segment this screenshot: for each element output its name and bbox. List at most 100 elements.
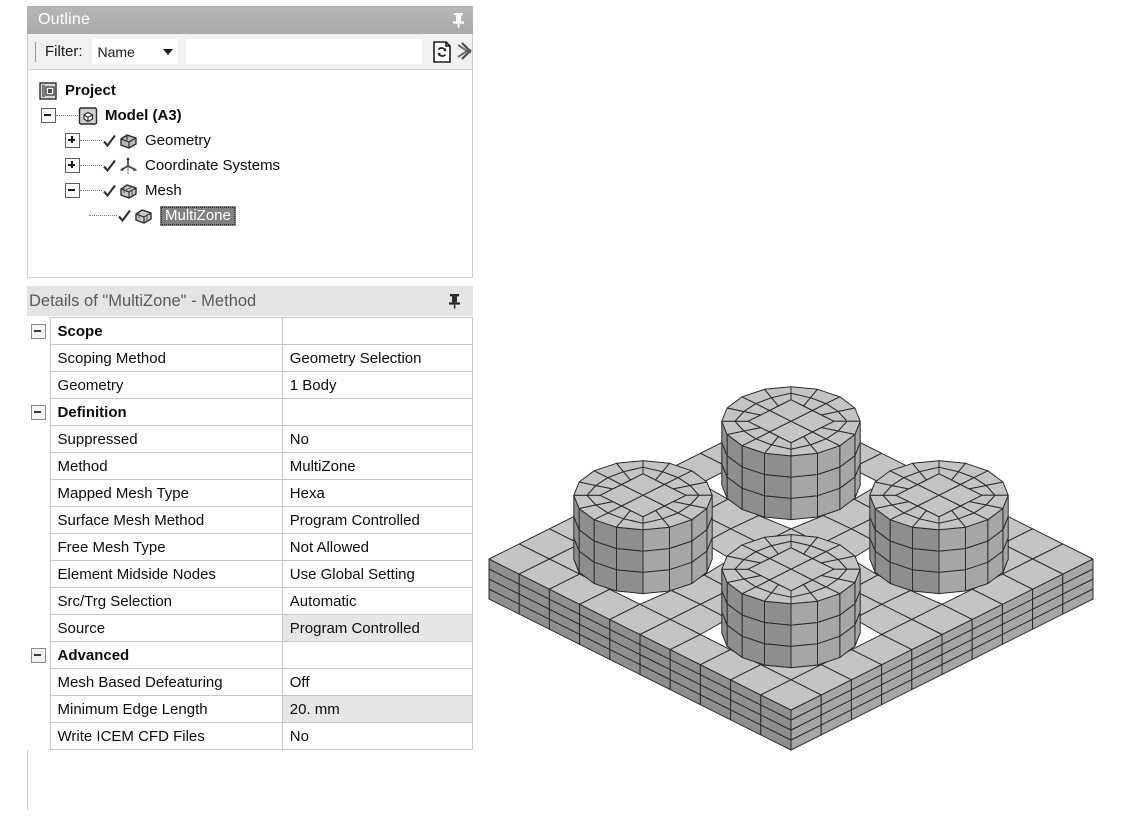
details-group-label: Definition [49, 398, 283, 426]
table-row[interactable]: Mapped Mesh Type Hexa [27, 479, 474, 507]
row-spacer [27, 452, 51, 480]
details-row-value[interactable]: Use Global Setting [281, 560, 474, 588]
row-spacer [27, 668, 51, 696]
details-row-value[interactable]: 1 Body [281, 371, 474, 399]
check-icon [117, 209, 132, 223]
row-spacer [27, 479, 51, 507]
details-row-label: Source [49, 614, 283, 642]
table-row[interactable]: Write ICEM CFD Files No [27, 722, 474, 750]
mesh-geometry [488, 386, 1094, 751]
row-spacer [27, 425, 51, 453]
details-titlebar: Details of "MultiZone" - Method [27, 286, 473, 316]
details-row-value[interactable]: Program Controlled [281, 614, 474, 642]
table-row[interactable]: Geometry 1 Body [27, 371, 474, 399]
outline-tree: Project Model (A3) Geometry Coordinate S… [28, 71, 472, 277]
expander-plus-icon[interactable] [65, 133, 80, 148]
model-icon [78, 106, 100, 126]
refresh-icon[interactable] [430, 39, 454, 65]
filter-type-dropdown[interactable]: Name [91, 39, 178, 64]
details-row-label: Element Midside Nodes [49, 560, 283, 588]
table-row[interactable]: Method MultiZone [27, 452, 474, 480]
tree-connector [80, 164, 102, 167]
expander-minus-icon[interactable] [65, 183, 80, 198]
tree-connector [80, 189, 102, 192]
details-row-value[interactable]: Program Controlled [281, 506, 474, 534]
row-spacer [27, 371, 51, 399]
coordsys-icon [118, 156, 140, 176]
tree-item-label: Project [65, 82, 116, 99]
details-row-label: Src/Trg Selection [49, 587, 283, 615]
details-row-value[interactable]: Not Allowed [281, 533, 474, 561]
expand-icon[interactable] [456, 39, 472, 65]
details-row-value[interactable]: 20. mm [281, 695, 474, 723]
details-row-value[interactable]: Automatic [281, 587, 474, 615]
mesh-icon [118, 181, 140, 201]
details-panel-title: Details of "MultiZone" - Method [29, 291, 257, 310]
table-row[interactable]: Element Midside Nodes Use Global Setting [27, 560, 474, 588]
details-row-value[interactable]: No [281, 425, 474, 453]
tree-item-multizone[interactable]: MultiZone [28, 203, 472, 228]
geometry-icon [118, 131, 140, 151]
tree-item-coordinate-systems[interactable]: Coordinate Systems [28, 153, 472, 178]
mesh-3d-view[interactable] [486, 0, 1137, 829]
row-spacer [27, 344, 51, 372]
details-group-row[interactable]: Definition [27, 398, 474, 426]
table-row[interactable]: Minimum Edge Length 20. mm [27, 695, 474, 723]
details-row-value[interactable]: Hexa [281, 479, 474, 507]
expander-plus-icon[interactable] [65, 158, 80, 173]
details-row-label: Free Mesh Type [49, 533, 283, 561]
table-row[interactable]: Source Program Controlled [27, 614, 474, 642]
expander-minus-icon[interactable] [41, 108, 56, 123]
details-row-label: Suppressed [49, 425, 283, 453]
tree-item-model[interactable]: Model (A3) [28, 103, 472, 128]
table-row[interactable]: Surface Mesh Method Program Controlled [27, 506, 474, 534]
filter-search-input[interactable] [185, 39, 422, 64]
details-row-label: Mapped Mesh Type [49, 479, 283, 507]
details-row-label: Geometry [49, 371, 283, 399]
outline-titlebar: Outline [27, 6, 473, 34]
check-icon [102, 134, 117, 148]
pin-icon[interactable] [452, 12, 465, 28]
details-group-label: Scope [49, 317, 283, 345]
details-row-value[interactable]: Off [281, 668, 474, 696]
expander-minus-icon[interactable] [30, 648, 46, 664]
row-spacer [27, 695, 51, 723]
chevron-down-icon [162, 48, 173, 55]
table-row[interactable]: Free Mesh Type Not Allowed [27, 533, 474, 561]
details-group-value [281, 641, 474, 669]
tree-item-geometry[interactable]: Geometry [28, 128, 472, 153]
details-group-row[interactable]: Scope [27, 317, 474, 345]
project-icon [38, 81, 60, 101]
toolbar-grip[interactable] [35, 41, 39, 62]
details-group-row[interactable]: Advanced [27, 641, 474, 669]
details-row-value[interactable]: MultiZone [281, 452, 474, 480]
check-icon [102, 184, 117, 198]
tree-item-label: Mesh [145, 182, 182, 199]
group-expander-cell[interactable] [27, 317, 51, 345]
tree-item-project[interactable]: Project [28, 78, 472, 103]
table-row[interactable]: Src/Trg Selection Automatic [27, 587, 474, 615]
row-spacer [27, 614, 51, 642]
row-spacer [27, 587, 51, 615]
multizone-icon [133, 206, 155, 226]
pin-icon[interactable] [448, 293, 461, 309]
table-row[interactable]: Scoping Method Geometry Selection [27, 344, 474, 372]
tree-item-label: Coordinate Systems [145, 157, 281, 174]
tree-item-mesh[interactable]: Mesh [28, 178, 472, 203]
row-spacer [27, 533, 51, 561]
table-row[interactable]: Suppressed No [27, 425, 474, 453]
group-expander-cell[interactable] [27, 398, 51, 426]
details-row-label: Method [49, 452, 283, 480]
group-expander-cell[interactable] [27, 641, 51, 669]
expander-minus-icon[interactable] [30, 405, 46, 421]
details-row-value[interactable]: No [281, 722, 474, 750]
row-spacer [27, 722, 51, 750]
details-group-value [281, 398, 474, 426]
details-row-value[interactable]: Geometry Selection [281, 344, 474, 372]
outline-body: Filter: Name Project Model (A3) Geometry… [27, 34, 473, 278]
details-properties-table: Scope Scoping Method Geometry Selection … [27, 317, 474, 750]
details-group-label: Advanced [49, 641, 283, 669]
table-row[interactable]: Mesh Based Defeaturing Off [27, 668, 474, 696]
expander-minus-icon[interactable] [30, 324, 46, 340]
row-spacer [27, 560, 51, 588]
